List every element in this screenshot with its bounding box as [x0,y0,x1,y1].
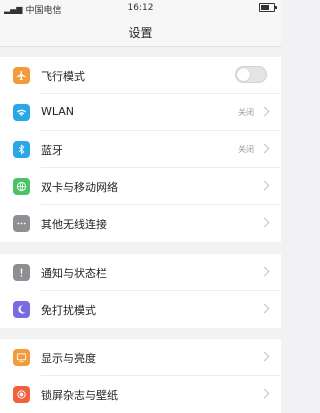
row-other-wireless[interactable]: 其他无线连接 [0,205,281,242]
status-bar: ▂▄▆ 中国电信 16:12 [0,0,281,16]
status-time: 16:12 [127,3,154,13]
settings-group-notifications: 通知与状态栏 免打扰模式 [0,254,281,328]
chevron-right-icon [259,180,270,191]
row-label: 通知与状态栏 [41,267,107,280]
wallpaper-icon [13,386,30,403]
row-notifications[interactable]: 通知与状态栏 [0,254,281,291]
chevron-right-icon [259,106,270,117]
row-label: 其他无线连接 [41,218,107,231]
row-label: 显示与亮度 [41,352,96,365]
row-label: 锁屏杂志与壁纸 [41,389,118,402]
row-do-not-disturb[interactable]: 免打扰模式 [0,291,281,328]
row-value: 关闭 [238,108,254,117]
more-icon [13,215,30,232]
chevron-right-icon [259,388,270,399]
row-label: 飞行模式 [41,70,85,83]
row-value: 关闭 [238,145,254,154]
chevron-right-icon [259,351,270,362]
chevron-right-icon [259,143,270,154]
chevron-right-icon [259,303,270,314]
row-bluetooth[interactable]: 蓝牙 关闭 [0,131,281,168]
settings-group-display: 显示与亮度 锁屏杂志与壁纸 [0,339,281,413]
row-dual-sim[interactable]: 双卡与移动网络 [0,168,281,205]
airplane-mode-toggle[interactable] [235,66,267,83]
airplane-icon [13,67,30,84]
row-label: 双卡与移动网络 [41,181,118,194]
row-lockscreen-wallpaper[interactable]: 锁屏杂志与壁纸 [0,376,281,413]
wifi-icon [13,104,30,121]
globe-icon [13,178,30,195]
row-display-brightness[interactable]: 显示与亮度 [0,339,281,376]
row-label: 蓝牙 [41,144,63,157]
row-airplane-mode[interactable]: 飞行模式 [0,57,281,94]
notification-icon [13,264,30,281]
chevron-right-icon [259,266,270,277]
row-wlan[interactable]: WLAN 关闭 [0,94,281,131]
nav-bar: 设置 [0,16,281,47]
display-icon [13,349,30,366]
moon-icon [13,301,30,318]
row-label: 免打扰模式 [41,304,96,317]
chevron-right-icon [259,217,270,228]
settings-group-connectivity: 飞行模式 WLAN 关闭 蓝牙 关闭 双卡与移动网络 其他无线连接 [0,57,281,242]
battery-icon [259,3,277,15]
row-label: WLAN [41,105,75,118]
page-title: 设置 [128,26,153,40]
bluetooth-icon [13,141,30,158]
